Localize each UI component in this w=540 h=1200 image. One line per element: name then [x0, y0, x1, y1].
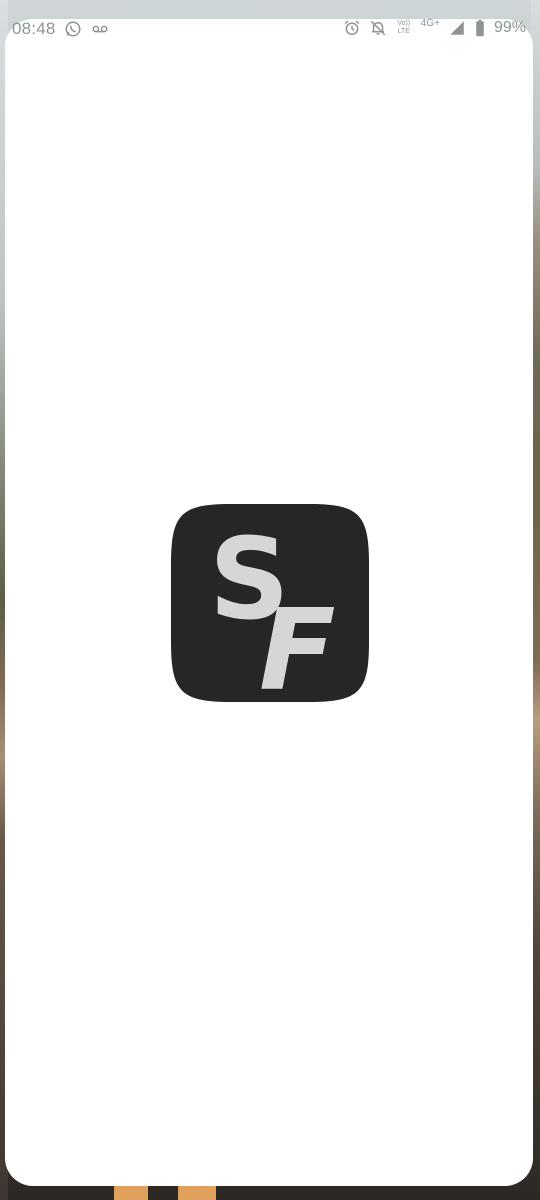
lte-label: LTE: [397, 28, 410, 35]
volte-label: Vo)): [397, 20, 411, 27]
network-type: 4G+: [420, 17, 440, 29]
status-bar: 08:48 Vo)) LTE 4G+ 99%: [0, 0, 540, 40]
battery-percent: 99%: [493, 19, 526, 36]
app-logo-letter-f: F: [259, 586, 336, 702]
road-marking: [178, 1186, 216, 1200]
alarm-icon: [343, 19, 361, 37]
voicemail-icon: [90, 20, 110, 38]
road-marking: [114, 1186, 148, 1200]
status-bar-right: Vo)) LTE 4G+ 99%: [343, 17, 526, 37]
battery-icon: [474, 19, 486, 37]
app-logo: S F: [171, 504, 369, 702]
status-time: 08:48: [12, 19, 56, 38]
volte-icon: Vo)) LTE: [395, 19, 413, 37]
signal-icon: [448, 19, 466, 37]
notifications-off-icon: [369, 19, 387, 37]
status-bar-left: 08:48: [12, 19, 110, 39]
whatsapp-icon: [64, 20, 82, 38]
